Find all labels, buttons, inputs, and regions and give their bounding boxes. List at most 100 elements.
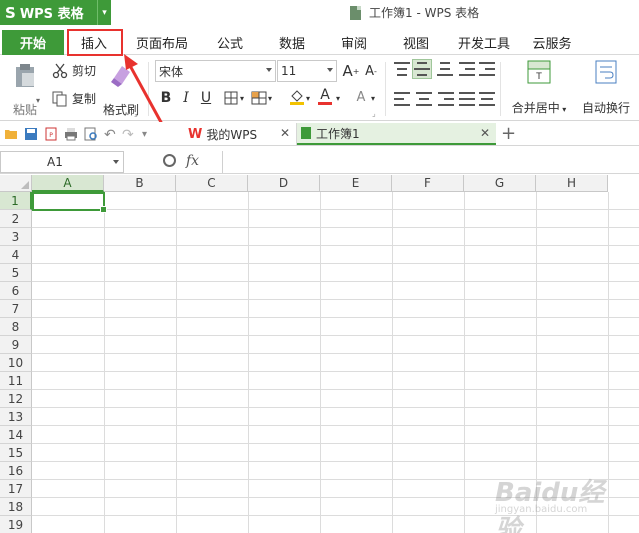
gridline	[176, 192, 177, 533]
cell-style-icon	[251, 91, 267, 105]
gridline	[32, 461, 639, 462]
row-header[interactable]: 18	[0, 498, 32, 516]
decrease-indent-icon[interactable]	[459, 62, 475, 76]
magnifier-icon[interactable]	[163, 154, 176, 167]
app-menu-dropdown-icon[interactable]: ▾	[97, 0, 111, 25]
column-header[interactable]: G	[464, 175, 536, 192]
doc-tab-label: 我的WPS	[206, 127, 258, 142]
active-cell-a1[interactable]	[32, 192, 107, 213]
align-bottom-icon[interactable]	[437, 62, 453, 76]
gridline	[32, 407, 639, 408]
underline-button[interactable]: U	[197, 89, 215, 107]
tab-data[interactable]: 数据	[267, 30, 317, 55]
doc-tab-workbook1[interactable]: 工作簿1 ✕	[297, 123, 496, 145]
clear-format-dropdown-icon[interactable]: ▾	[371, 94, 375, 103]
row-header[interactable]: 3	[0, 228, 32, 246]
doc-tab-my-wps[interactable]: W 我的WPS ✕	[184, 123, 297, 145]
fx-icon[interactable]: fx	[186, 153, 199, 169]
name-box[interactable]: A1	[0, 151, 124, 173]
copy-button[interactable]: 复制	[52, 90, 96, 107]
row-header[interactable]: 7	[0, 300, 32, 318]
font-size-select[interactable]: 11	[277, 60, 337, 82]
copy-icon	[52, 91, 67, 106]
paste-button[interactable]: 粘贴	[8, 62, 42, 118]
row-header[interactable]: 17	[0, 480, 32, 498]
align-right-icon[interactable]	[438, 92, 454, 106]
row-header[interactable]: 9	[0, 336, 32, 354]
justify-icon[interactable]	[459, 92, 475, 106]
fill-color-button[interactable]	[288, 88, 306, 106]
row-header[interactable]: 5	[0, 264, 32, 282]
close-icon[interactable]: ✕	[280, 126, 290, 140]
customize-dropdown-icon[interactable]: ▾	[142, 129, 156, 143]
row-header[interactable]: 16	[0, 462, 32, 480]
borders-button[interactable]	[222, 89, 240, 107]
row-header[interactable]: 15	[0, 444, 32, 462]
paste-dropdown-icon[interactable]: ▾	[36, 96, 40, 105]
row-header[interactable]: 11	[0, 372, 32, 390]
row-header[interactable]: 10	[0, 354, 32, 372]
borders-dropdown-icon[interactable]: ▾	[240, 94, 244, 103]
scissors-icon	[52, 63, 68, 78]
insert-tab-highlight	[67, 29, 123, 56]
undo-icon[interactable]: ↶	[104, 127, 118, 143]
ribbon-separator	[385, 62, 386, 116]
italic-button[interactable]: I	[177, 89, 195, 107]
close-icon[interactable]: ✕	[480, 126, 490, 140]
print-preview-icon[interactable]	[84, 127, 98, 141]
align-top-icon[interactable]	[394, 62, 410, 76]
print-icon[interactable]	[64, 127, 78, 141]
wrap-text-button[interactable]: 自动换行	[580, 60, 632, 116]
formula-input[interactable]	[222, 151, 639, 173]
row-header[interactable]: 12	[0, 390, 32, 408]
row-header[interactable]: 19	[0, 516, 32, 533]
select-all-corner[interactable]	[0, 175, 32, 192]
gridline	[320, 192, 321, 533]
column-header[interactable]: D	[248, 175, 320, 192]
row-header[interactable]: 6	[0, 282, 32, 300]
cut-button[interactable]: 剪切	[52, 62, 96, 79]
font-color-button[interactable]: A	[316, 88, 334, 106]
column-header[interactable]: B	[104, 175, 176, 192]
gridline	[104, 192, 105, 533]
cell-style-button[interactable]	[250, 89, 268, 107]
decrease-font-size-icon[interactable]: A-	[362, 62, 380, 80]
column-header[interactable]: H	[536, 175, 608, 192]
tab-developer[interactable]: 开发工具	[452, 30, 516, 55]
column-header[interactable]: F	[392, 175, 464, 192]
tab-view[interactable]: 视图	[391, 30, 441, 55]
tab-review[interactable]: 审阅	[329, 30, 379, 55]
tab-home[interactable]: 开始	[2, 30, 64, 55]
merge-center-button[interactable]: T 合并居中 ▾	[508, 60, 570, 116]
font-color-dropdown-icon[interactable]: ▾	[336, 94, 340, 103]
clear-format-button[interactable]: A	[352, 88, 370, 106]
align-center-icon[interactable]	[416, 92, 432, 106]
tab-cloud-service[interactable]: 云服务	[526, 30, 578, 55]
tab-formulas[interactable]: 公式	[205, 30, 255, 55]
align-left-icon[interactable]	[394, 92, 410, 106]
distributed-align-icon[interactable]	[479, 92, 495, 106]
fill-color-dropdown-icon[interactable]: ▾	[306, 94, 310, 103]
column-header[interactable]: E	[320, 175, 392, 192]
column-header[interactable]: A	[32, 175, 104, 192]
align-middle-icon[interactable]	[414, 62, 430, 76]
redo-icon[interactable]: ↷	[122, 127, 136, 143]
open-folder-icon[interactable]	[4, 127, 18, 141]
increase-indent-icon[interactable]	[479, 62, 495, 76]
row-header[interactable]: 14	[0, 426, 32, 444]
row-header[interactable]: 4	[0, 246, 32, 264]
cell-style-dropdown-icon[interactable]: ▾	[268, 94, 272, 103]
row-header[interactable]: 2	[0, 210, 32, 228]
column-header[interactable]: C	[176, 175, 248, 192]
row-header[interactable]: 1	[0, 192, 32, 210]
row-header[interactable]: 13	[0, 408, 32, 426]
gridline	[248, 192, 249, 533]
increase-font-size-icon[interactable]: A +	[342, 62, 360, 80]
font-dialog-launcher-icon[interactable]: ⌟	[372, 109, 376, 118]
doc-tab-label: 工作簿1	[316, 126, 360, 141]
row-header[interactable]: 8	[0, 318, 32, 336]
app-menu-button[interactable]: S WPS 表格 ▾	[0, 0, 111, 25]
new-tab-plus-icon[interactable]: +	[501, 123, 516, 144]
export-pdf-icon[interactable]: P	[44, 127, 58, 141]
save-icon[interactable]	[24, 127, 38, 141]
